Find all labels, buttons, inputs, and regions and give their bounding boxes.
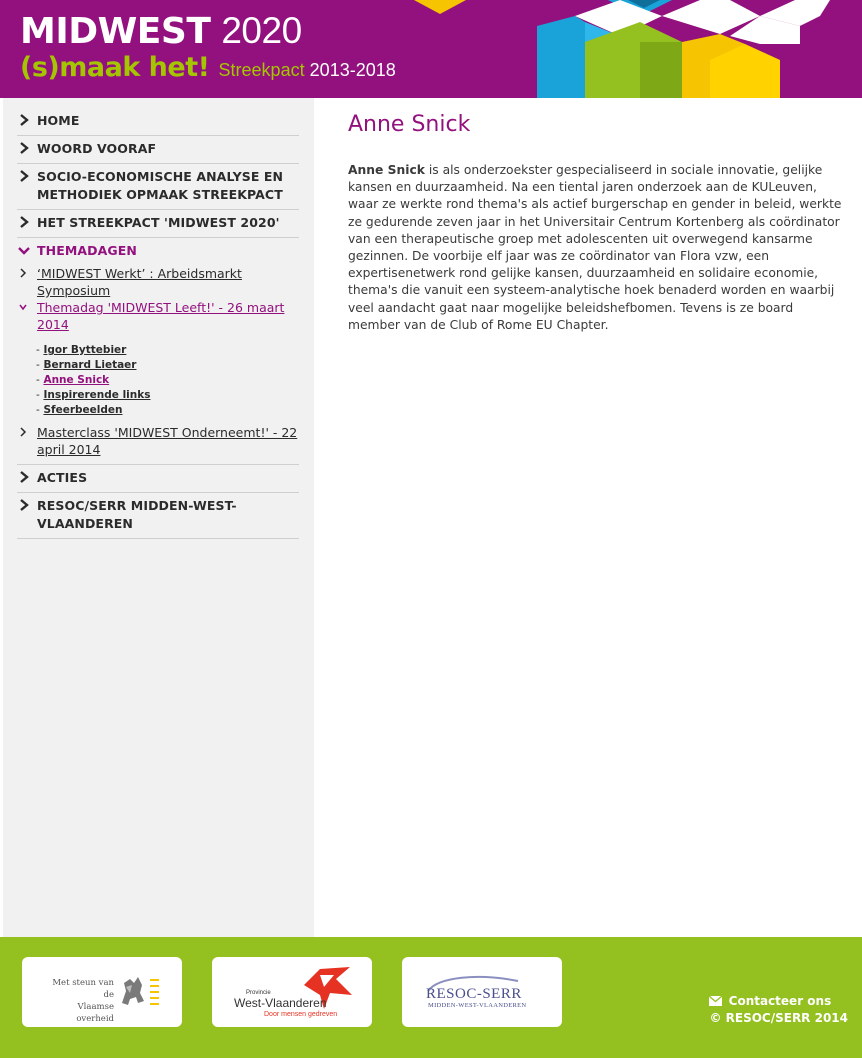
subsub-item-label: Sfeerbeelden	[43, 404, 123, 416]
subnav-item-midwest-werkt[interactable]: ‘MIDWEST Werkt’ : Arbeidsmarkt Symposium	[17, 265, 299, 299]
chevron-right-icon	[20, 471, 29, 483]
nav-item-label: SOCIO-ECONOMISCHE ANALYSE EN METHODIEK O…	[37, 169, 284, 202]
page-title: Anne Snick	[348, 112, 471, 137]
streekpact-label: Streekpact	[218, 60, 305, 80]
subnav-item-label: ‘MIDWEST Werkt’ : Arbeidsmarkt Symposium	[37, 266, 242, 298]
nav-item-label: RESOC/SERR MIDDEN-WEST-VLAANDEREN	[37, 498, 237, 531]
subnav-item-label: Masterclass 'MIDWEST Onderneemt!' - 22 a…	[37, 425, 298, 457]
streekpact-years: 2013-2018	[309, 60, 396, 80]
logo-text: MIDDEN-WEST-VLAANDEREN	[428, 1002, 527, 1009]
subsub-item-label: Anne Snick	[43, 374, 110, 386]
copyright: © RESOC/SERR 2014	[709, 1011, 848, 1025]
subsub-item-sfeerbeelden[interactable]: - Sfeerbeelden	[36, 403, 299, 418]
nav-item-label: ACTIES	[37, 470, 88, 485]
subnav-item-label: Themadag 'MIDWEST Leeft!' - 26 maart 201…	[37, 300, 285, 332]
subsub-item-anne-snick[interactable]: - Anne Snick	[36, 373, 299, 388]
subsub-item-label: Bernard Lietaer	[43, 359, 137, 371]
subsub-item-label: Inspirerende links	[43, 389, 151, 401]
vlaamse-overheid-logo[interactable]: Met steun van de Vlaamse overheid	[22, 957, 182, 1027]
west-vlaanderen-logo[interactable]: Provincie West-Vlaanderen Door mensen ge…	[212, 957, 372, 1027]
contact-link[interactable]: Contacteer ons	[709, 993, 848, 1010]
site-header: MIDWEST 2020 (s)maak het! Streekpact 201…	[0, 0, 862, 98]
nav-item-label: HOME	[37, 113, 80, 128]
nav-item-themadagen[interactable]: THEMADAGEN	[17, 238, 299, 265]
site-title-bold: MIDWEST	[20, 11, 211, 52]
midwest-leeft-submenu: - Igor Byttebier - Bernard Lietaer - Ann…	[17, 333, 299, 424]
nav-item-home[interactable]: HOME	[17, 108, 299, 136]
subnav-item-midwest-leeft[interactable]: Themadag 'MIDWEST Leeft!' - 26 maart 201…	[17, 299, 299, 333]
logo-text: RESOC-SERR	[426, 986, 522, 1002]
site-footer: Met steun van de Vlaamse overheid Provin…	[0, 937, 862, 1058]
nav-item-streekpact[interactable]: HET STREEKPACT 'MIDWEST 2020'	[17, 210, 299, 238]
resoc-serr-logo[interactable]: RESOC-SERR MIDDEN-WEST-VLAANDEREN	[402, 957, 562, 1027]
nav-item-woord-vooraf[interactable]: WOORD VOORAF	[17, 136, 299, 164]
sidebar-nav: HOME WOORD VOORAF SOCIO-ECONOMISCHE ANAL…	[17, 108, 299, 539]
subsub-item-bernard-lietaer[interactable]: - Bernard Lietaer	[36, 358, 299, 373]
bio-paragraph: Anne Snick is als onderzoekster gespecia…	[348, 162, 843, 334]
logo-text: Door mensen gedreven	[264, 1011, 338, 1018]
header-cubes-graphic	[414, 0, 862, 98]
themadagen-submenu: ‘MIDWEST Werkt’ : Arbeidsmarkt Symposium…	[17, 265, 299, 464]
chevron-right-icon	[20, 427, 27, 437]
site-title-year: 2020	[221, 10, 302, 51]
chevron-right-icon	[20, 114, 29, 126]
nav-item-resoc-serr[interactable]: RESOC/SERR MIDDEN-WEST-VLAANDEREN	[17, 493, 299, 539]
nav-item-socio-economische-analyse[interactable]: SOCIO-ECONOMISCHE ANALYSE EN METHODIEK O…	[17, 164, 299, 210]
logo-text: West-Vlaanderen	[234, 996, 327, 1010]
chevron-right-icon	[20, 499, 29, 511]
nav-item-label: HET STREEKPACT 'MIDWEST 2020'	[37, 215, 280, 230]
chevron-down-icon	[19, 304, 27, 311]
envelope-icon	[709, 995, 723, 1006]
chevron-right-icon	[20, 142, 29, 154]
subsub-item-label: Igor Byttebier	[43, 344, 127, 356]
site-title[interactable]: MIDWEST 2020	[20, 10, 302, 53]
chevron-down-icon	[18, 247, 30, 255]
nav-item-label: WOORD VOORAF	[37, 141, 157, 156]
lion-icon	[122, 977, 159, 1005]
chevron-right-icon	[20, 216, 29, 228]
contact-label: Contacteer ons	[728, 994, 832, 1008]
footer-contact: Contacteer ons © RESOC/SERR 2014	[709, 993, 848, 1027]
logo-text: Met steun van de	[52, 978, 114, 1000]
site-slogan: (s)maak het! Streekpact 2013-2018	[20, 52, 396, 83]
subsub-item-igor-byttebier[interactable]: - Igor Byttebier	[36, 343, 299, 358]
nav-item-acties[interactable]: ACTIES	[17, 464, 299, 493]
bio-text: is als onderzoekster gespecialiseerd in …	[348, 163, 842, 332]
chevron-right-icon	[20, 268, 27, 278]
nav-item-label: THEMADAGEN	[37, 243, 137, 258]
subsub-item-inspirerende-links[interactable]: - Inspirerende links	[36, 388, 299, 403]
chevron-right-icon	[20, 170, 29, 182]
logo-text: Vlaamse overheid	[76, 1002, 114, 1024]
bio-name: Anne Snick	[348, 163, 425, 177]
subnav-item-midwest-onderneemt[interactable]: Masterclass 'MIDWEST Onderneemt!' - 22 a…	[17, 424, 299, 464]
slogan-text: (s)maak het!	[20, 52, 210, 83]
